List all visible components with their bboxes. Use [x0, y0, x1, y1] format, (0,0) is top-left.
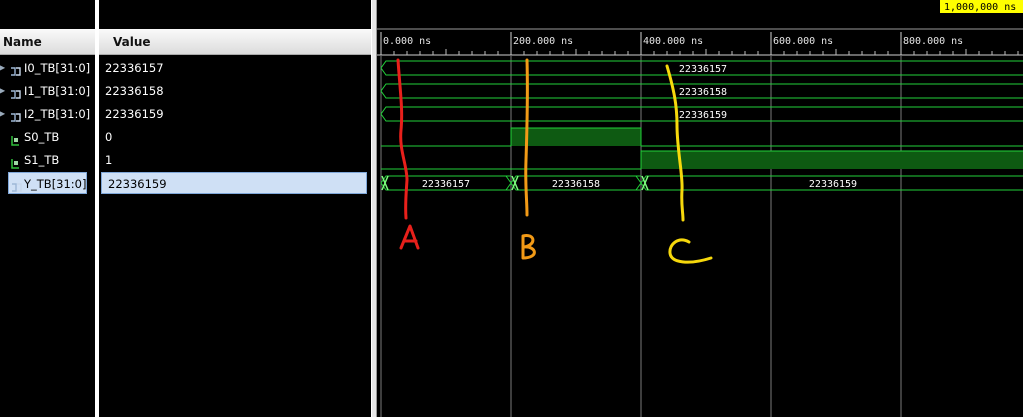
- annotation-letter-b: B: [521, 234, 536, 260]
- trace-y-tb-31-0-value-label: 22336159: [809, 179, 857, 190]
- trace-y-tb-31-0-transition: [635, 175, 642, 191]
- timeline-top-strip: [377, 0, 1023, 29]
- waveform-canvas[interactable]: 1,000,000 ns 0.000 ns 200.000 ns 400.000 ns…: [377, 0, 1023, 417]
- trace-i1-tb-31-0-value-label: 22336158: [679, 87, 727, 98]
- bus-icon: [11, 178, 22, 192]
- annotation-marker-b: [524, 58, 529, 217]
- signal-value-cell[interactable]: 22336158: [99, 80, 371, 102]
- signal-name-pane: Name ▶ I0_TB[31:0] ▶ I1_TB[31:0] ▶ I2_TB[31:0…: [0, 0, 95, 417]
- trace-y-tb-31-0-value-label: 22336157: [422, 179, 470, 190]
- signal-row-s0-tb[interactable]: S0_TB: [0, 126, 95, 148]
- trace-s0-tb-high-fill: [511, 128, 641, 146]
- signal-row-i2-tb-31-0[interactable]: ▶ I2_TB[31:0]: [0, 103, 95, 125]
- signal-name-label: Y_TB[31:0]: [24, 177, 87, 191]
- signal-name-label: S0_TB: [24, 130, 60, 144]
- signal-row-y-tb-31-0[interactable]: Y_TB[31:0]: [8, 172, 87, 194]
- trace-s1-tb-high-fill: [641, 151, 1023, 169]
- end-time-label: 1,000,000 ns: [944, 2, 1016, 13]
- annotation-letter-a: A: [399, 224, 420, 250]
- expand-arrow-icon[interactable]: ▶: [0, 80, 5, 102]
- bus-icon: [10, 62, 21, 76]
- signal-name-label: S1_TB: [24, 153, 60, 167]
- trace-i2-tb-31-0-value-label: 22336159: [679, 110, 727, 121]
- signal-name-label: I1_TB[31:0]: [24, 84, 91, 98]
- expand-arrow-icon[interactable]: ▶: [0, 57, 5, 79]
- signal-row-i1-tb-31-0[interactable]: ▶ I1_TB[31:0]: [0, 80, 95, 102]
- ruler-tick-label: 200.000 ns: [513, 36, 573, 47]
- signal-value-pane: Value 22336157 22336158 22336159 0 1 22336159: [99, 0, 371, 417]
- bit-signal-icon: [10, 131, 21, 146]
- ruler-tick-label: 0.000 ns: [383, 36, 431, 47]
- bus-icon: [10, 85, 21, 99]
- signal-value-cell[interactable]: 22336157: [99, 57, 371, 79]
- ruler-tick-label: 400.000 ns: [643, 36, 703, 47]
- value-column-header[interactable]: Value: [99, 29, 371, 55]
- trace-y-tb-31-0-transition: [505, 175, 512, 191]
- expand-arrow-icon[interactable]: ▶: [0, 103, 5, 125]
- signal-value-cell[interactable]: 1: [99, 149, 371, 171]
- name-column-header[interactable]: Name: [0, 29, 95, 55]
- bus-icon: [10, 108, 21, 122]
- annotation-letter-c: C: [668, 238, 713, 264]
- signal-name-label: I0_TB[31:0]: [24, 61, 91, 75]
- signal-row-s1-tb[interactable]: S1_TB: [0, 149, 95, 171]
- signal-value-cell[interactable]: 0: [99, 126, 371, 148]
- signal-value-cell[interactable]: 22336159: [101, 172, 367, 194]
- ruler-tick-label: 800.000 ns: [903, 36, 963, 47]
- trace-y-tb-31-0-value-label: 22336158: [552, 179, 600, 190]
- bit-signal-icon: [10, 154, 21, 169]
- trace-i0-tb-31-0-value-label: 22336157: [679, 64, 727, 75]
- signal-name-label: I2_TB[31:0]: [24, 107, 91, 121]
- signal-value-cell[interactable]: 22336159: [99, 103, 371, 125]
- ruler-tick-label: 600.000 ns: [773, 36, 833, 47]
- signal-row-i0-tb-31-0[interactable]: ▶ I0_TB[31:0]: [0, 57, 95, 79]
